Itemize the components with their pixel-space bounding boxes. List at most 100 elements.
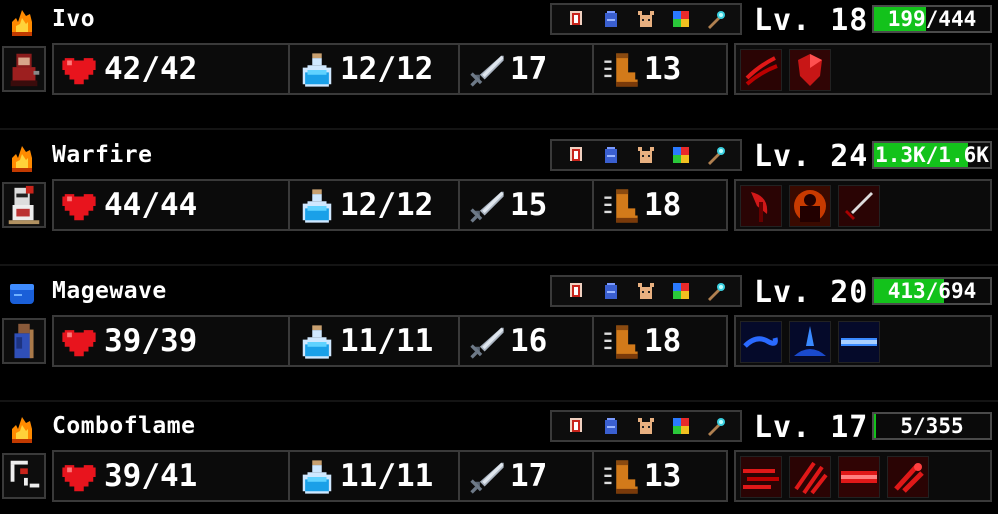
- pet-icon[interactable]: [636, 145, 656, 165]
- red-shield-skill[interactable]: [789, 49, 831, 91]
- fire-claw-skill[interactable]: [789, 456, 831, 498]
- staff-icon[interactable]: [706, 281, 726, 301]
- water-beam-skill[interactable]: [838, 321, 880, 363]
- stat-row: 39/39 11/11 16 18: [52, 315, 728, 367]
- water-splash-skill[interactable]: [789, 321, 831, 363]
- fire-icon: [8, 8, 36, 36]
- fire-icon: [8, 415, 36, 443]
- water-bolt-skill[interactable]: [740, 321, 782, 363]
- stat-attack: 17: [460, 452, 594, 500]
- xp-bar: 1.3K/1.6K: [872, 141, 992, 169]
- armor-icon[interactable]: [566, 416, 586, 436]
- heart-icon: [62, 465, 96, 494]
- heart-icon: [62, 58, 96, 87]
- grid-icon[interactable]: [671, 416, 691, 436]
- stat-hp: 39/39: [54, 317, 290, 365]
- armor-icon[interactable]: [566, 145, 586, 165]
- stat-mana-value: 12/12: [340, 51, 434, 87]
- potion-icon: [302, 460, 332, 494]
- xp-text: 5/355: [900, 414, 964, 438]
- sword-skill[interactable]: [838, 185, 880, 227]
- character-portrait[interactable]: [2, 182, 46, 228]
- potion-icon: [302, 53, 332, 87]
- character-menu-bar: [550, 410, 742, 442]
- axe-skill[interactable]: [740, 185, 782, 227]
- stat-hp: 44/44: [54, 181, 290, 229]
- staff-icon[interactable]: [706, 9, 726, 29]
- xp-text: 199/444: [887, 7, 977, 31]
- potion-icon: [302, 189, 332, 223]
- stat-mana: 12/12: [290, 45, 460, 93]
- skills-bar: [734, 315, 992, 367]
- xp-bar: 5/355: [872, 412, 992, 440]
- stat-attack-value: 17: [510, 51, 548, 87]
- xp-text: 413/694: [887, 279, 977, 303]
- skills-bar: [734, 179, 992, 231]
- boot-icon: [604, 325, 638, 359]
- grid-icon[interactable]: [671, 9, 691, 29]
- stat-row: 39/41 11/11 17 13: [52, 450, 728, 502]
- character-card[interactable]: Comboflame Lv. 17 5/355 39/41 11/11 17 13: [0, 407, 998, 507]
- grid-icon[interactable]: [671, 281, 691, 301]
- stat-attack: 16: [460, 317, 594, 365]
- stat-row: 42/42 12/12 17 13: [52, 43, 728, 95]
- skills-bar: [734, 43, 992, 95]
- xp-bar: 199/444: [872, 5, 992, 33]
- stat-speed: 13: [594, 45, 726, 93]
- potion-icon: [302, 325, 332, 359]
- pet-icon[interactable]: [636, 9, 656, 29]
- fire-strike-skill[interactable]: [887, 456, 929, 498]
- bag-icon[interactable]: [601, 9, 621, 29]
- staff-icon[interactable]: [706, 416, 726, 436]
- stat-speed-value: 18: [644, 323, 682, 359]
- character-card[interactable]: Magewave Lv. 20 413/694 39/39 11/11 16 18: [0, 272, 998, 372]
- stat-mana: 11/11: [290, 317, 460, 365]
- fire-beam-skill[interactable]: [838, 456, 880, 498]
- character-menu-bar: [550, 275, 742, 307]
- character-name: Comboflame: [52, 413, 196, 439]
- stat-attack-value: 16: [510, 323, 548, 359]
- stat-speed-value: 18: [644, 187, 682, 223]
- stat-mana-value: 11/11: [340, 458, 434, 494]
- stat-mana-value: 11/11: [340, 323, 434, 359]
- character-portrait[interactable]: [2, 46, 46, 92]
- character-menu-bar: [550, 139, 742, 171]
- grid-icon[interactable]: [671, 145, 691, 165]
- pet-icon[interactable]: [636, 416, 656, 436]
- heart-icon: [62, 194, 96, 223]
- fire-icon: [8, 144, 36, 172]
- rage-skill[interactable]: [789, 185, 831, 227]
- stat-speed: 18: [594, 317, 726, 365]
- xp-text: 1.3K/1.6K: [875, 143, 989, 167]
- level-label: Lv. 20: [754, 275, 869, 310]
- sword-icon: [470, 55, 504, 87]
- claw-slash-skill[interactable]: [740, 49, 782, 91]
- level-label: Lv. 24: [754, 139, 869, 174]
- bag-icon[interactable]: [601, 145, 621, 165]
- level-label: Lv. 17: [754, 410, 869, 445]
- stat-hp-value: 39/39: [104, 323, 198, 359]
- skills-bar: [734, 450, 992, 502]
- stat-speed: 13: [594, 452, 726, 500]
- staff-icon[interactable]: [706, 145, 726, 165]
- bag-icon[interactable]: [601, 416, 621, 436]
- character-portrait[interactable]: [2, 318, 46, 364]
- character-portrait[interactable]: [2, 453, 46, 499]
- character-card[interactable]: Warfire Lv. 24 1.3K/1.6K 44/44 12/12 15 18: [0, 136, 998, 236]
- heart-icon: [62, 330, 96, 359]
- armor-icon[interactable]: [566, 281, 586, 301]
- boot-icon: [604, 460, 638, 494]
- stat-hp-value: 44/44: [104, 187, 198, 223]
- stat-attack: 15: [460, 181, 594, 229]
- stat-speed: 18: [594, 181, 726, 229]
- fire-dash-skill[interactable]: [740, 456, 782, 498]
- pet-icon[interactable]: [636, 281, 656, 301]
- character-card[interactable]: Ivo Lv. 18 199/444 42/42 12/12 17 13: [0, 0, 998, 100]
- stat-hp-value: 42/42: [104, 51, 198, 87]
- stat-row: 44/44 12/12 15 18: [52, 179, 728, 231]
- stat-mana-value: 12/12: [340, 187, 434, 223]
- bag-icon[interactable]: [601, 281, 621, 301]
- stat-mana: 11/11: [290, 452, 460, 500]
- stat-speed-value: 13: [644, 458, 682, 494]
- armor-icon[interactable]: [566, 9, 586, 29]
